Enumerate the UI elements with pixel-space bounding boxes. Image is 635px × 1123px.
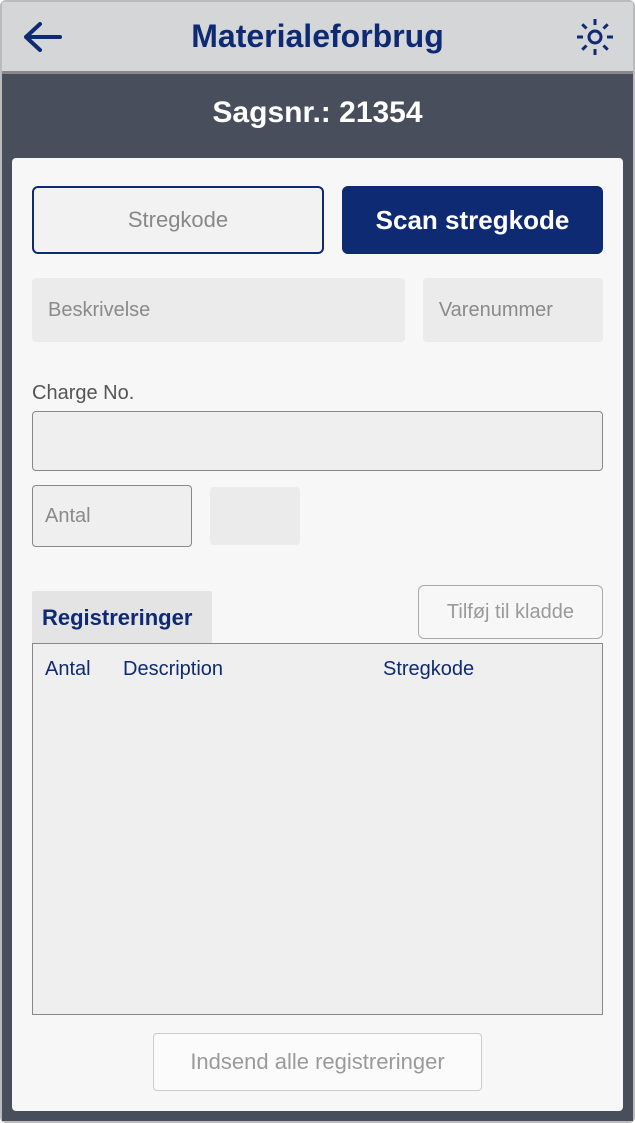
app-header: Materialeforbrug <box>2 2 633 74</box>
quantity-input[interactable] <box>32 485 192 547</box>
charge-number-input[interactable] <box>32 411 603 471</box>
column-description: Description <box>123 658 383 681</box>
registrations-tab[interactable]: Registreringer <box>32 591 212 643</box>
column-barcode: Stregkode <box>383 658 590 681</box>
back-button[interactable] <box>20 20 64 54</box>
main-frame: Sagsnr.: 21354 Scan stregkode Beskrivels… <box>2 74 633 1121</box>
unit-display <box>210 487 300 545</box>
barcode-input[interactable] <box>32 186 324 254</box>
case-number: Sagsnr.: 21354 <box>12 74 623 158</box>
registrations-grid: Antal Description Stregkode <box>32 643 603 1015</box>
scan-barcode-button[interactable]: Scan stregkode <box>342 186 603 254</box>
add-to-draft-button[interactable]: Tilføj til kladde <box>418 585 603 639</box>
item-number-field: Varenummer <box>423 278 603 342</box>
charge-label: Charge No. <box>32 382 603 405</box>
page-title: Materialeforbrug <box>2 18 633 55</box>
column-quantity: Antal <box>45 658 123 681</box>
settings-button[interactable] <box>575 17 615 57</box>
description-field: Beskrivelse <box>32 278 405 342</box>
content-panel: Scan stregkode Beskrivelse Varenummer Ch… <box>12 158 623 1111</box>
submit-all-button[interactable]: Indsend alle registreringer <box>153 1033 481 1091</box>
grid-header: Antal Description Stregkode <box>45 658 590 681</box>
